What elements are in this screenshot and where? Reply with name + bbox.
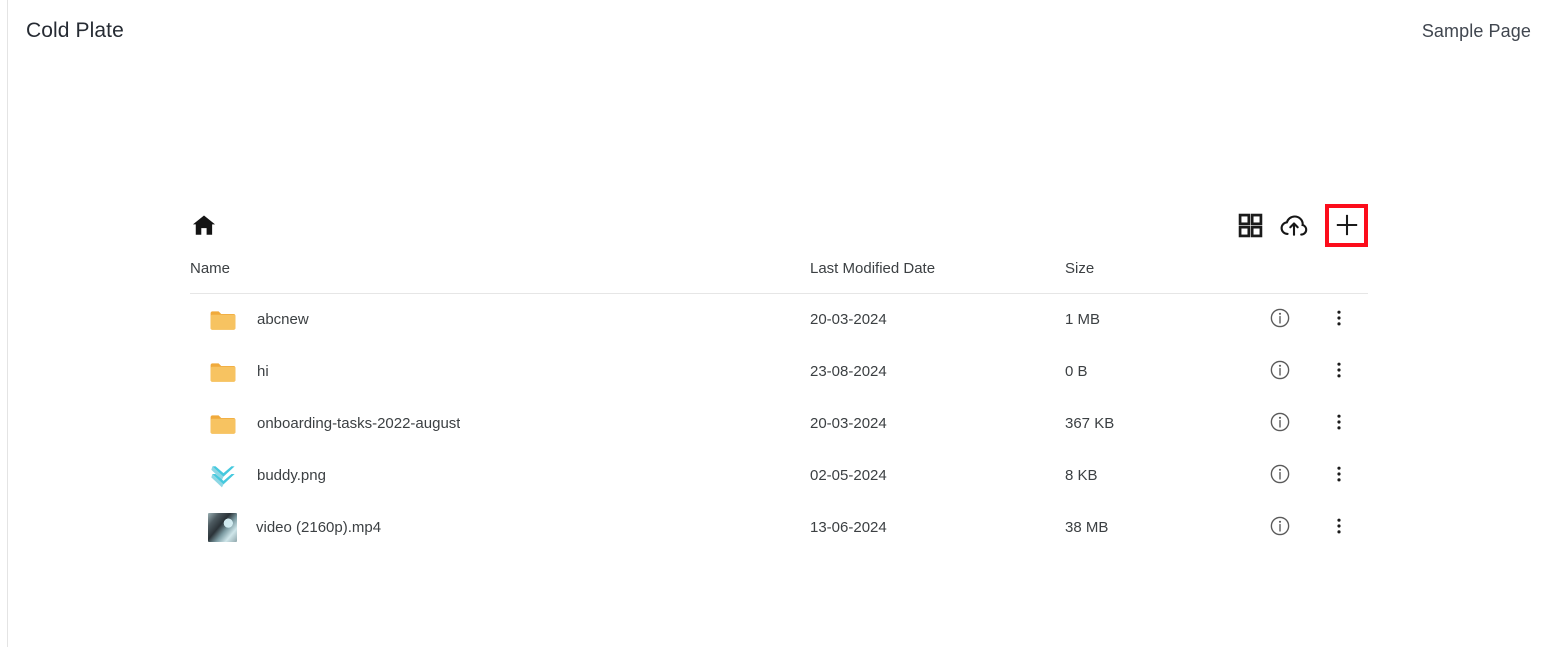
cloud-upload-icon[interactable] (1279, 210, 1309, 240)
chevron-double-down-image-icon (208, 461, 238, 491)
video-thumbnail-icon (208, 513, 237, 542)
column-header-size[interactable]: Size (1065, 250, 1250, 294)
info-icon[interactable] (1269, 515, 1291, 537)
column-header-name[interactable]: Name (190, 250, 810, 294)
cell-name: abcnew (190, 294, 810, 346)
sample-page-link[interactable]: Sample Page (1422, 21, 1531, 42)
cell-size: 8 KB (1065, 467, 1098, 484)
cell-size: 367 KB (1065, 415, 1115, 432)
file-manager-actions (1237, 203, 1368, 247)
info-icon[interactable] (1269, 307, 1291, 329)
add-button[interactable] (1325, 203, 1368, 247)
plus-icon (1334, 212, 1360, 238)
breadcrumb (190, 211, 218, 239)
table-row[interactable]: onboarding-tasks-2022-august 20-03-2024 … (190, 398, 1368, 450)
cell-last-modified: 20-03-2024 (810, 311, 887, 329)
file-name[interactable]: buddy.png (257, 467, 326, 484)
grid-view-icon[interactable] (1237, 212, 1263, 238)
cell-menu (1310, 502, 1368, 554)
more-vertical-icon[interactable] (1329, 515, 1349, 537)
info-icon[interactable] (1269, 411, 1291, 433)
file-name[interactable]: video (2160p).mp4 (256, 519, 381, 536)
top-bar: Cold Plate Sample Page (0, 0, 1557, 62)
folder-icon (208, 409, 238, 439)
info-icon[interactable] (1269, 463, 1291, 485)
file-name[interactable]: abcnew (257, 311, 309, 328)
cell-size: 38 MB (1065, 519, 1109, 536)
cell-last-modified: 23-08-2024 (810, 363, 887, 380)
file-table: Name Last Modified Date Size abcnew 20-0… (190, 250, 1368, 554)
more-vertical-icon[interactable] (1329, 463, 1349, 485)
page-title: Cold Plate (26, 19, 124, 42)
table-row[interactable]: buddy.png 02-05-2024 8 KB (190, 450, 1368, 502)
cell-last-modified: 13-06-2024 (810, 519, 887, 536)
cell-menu (1310, 450, 1368, 502)
table-row[interactable]: abcnew 20-03-2024 1 MB (190, 294, 1368, 346)
cell-name: buddy.png (190, 450, 810, 502)
cell-size: 0 B (1065, 363, 1088, 380)
home-icon[interactable] (190, 211, 218, 239)
cell-info (1250, 502, 1310, 554)
cell-info (1250, 294, 1310, 346)
more-vertical-icon[interactable] (1329, 307, 1349, 329)
table-header-row: Name Last Modified Date Size (190, 250, 1368, 294)
cell-name: onboarding-tasks-2022-august (190, 398, 810, 450)
more-vertical-icon[interactable] (1329, 411, 1349, 433)
folder-icon (208, 357, 238, 387)
file-name[interactable]: onboarding-tasks-2022-august (257, 415, 460, 432)
cell-last-modified: 20-03-2024 (810, 415, 887, 432)
cell-info (1250, 346, 1310, 398)
cell-name: video (2160p).mp4 (190, 502, 810, 554)
cell-menu (1310, 346, 1368, 398)
left-edge-divider (7, 0, 8, 647)
column-header-info (1250, 250, 1310, 294)
folder-icon (208, 305, 238, 335)
column-header-last-modified[interactable]: Last Modified Date (810, 250, 1065, 294)
cell-size: 1 MB (1065, 311, 1101, 329)
file-manager-toolbar (190, 200, 1368, 250)
file-name[interactable]: hi (257, 363, 269, 380)
cell-last-modified: 02-05-2024 (810, 467, 887, 484)
cell-name: hi (190, 346, 810, 398)
cell-menu (1310, 294, 1368, 346)
info-icon[interactable] (1269, 359, 1291, 381)
table-row[interactable]: hi 23-08-2024 0 B (190, 346, 1368, 398)
column-header-menu (1310, 250, 1368, 294)
cell-menu (1310, 398, 1368, 450)
cell-info (1250, 450, 1310, 502)
file-manager-panel: Name Last Modified Date Size abcnew 20-0… (190, 200, 1368, 554)
file-table-body: abcnew 20-03-2024 1 MB hi 23-08-2024 0 B… (190, 294, 1368, 554)
cell-info (1250, 398, 1310, 450)
table-row[interactable]: video (2160p).mp4 13-06-2024 38 MB (190, 502, 1368, 554)
more-vertical-icon[interactable] (1329, 359, 1349, 381)
